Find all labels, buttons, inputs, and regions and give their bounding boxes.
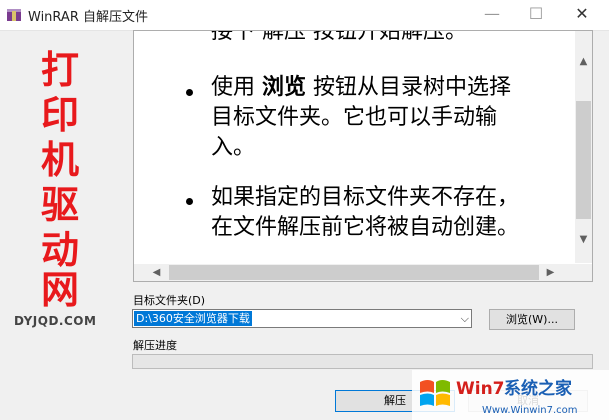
maximize-button[interactable]: ☐ [516, 0, 556, 30]
instruction-line: 入。 [211, 135, 256, 160]
browse-keyword: 浏览 [262, 75, 307, 100]
scroll-down-icon[interactable]: ▼ [575, 231, 592, 248]
banner-char: 印 [40, 93, 79, 137]
winrar-icon [7, 9, 21, 21]
vertical-scrollbar[interactable]: ▲ ▼ [575, 31, 592, 263]
target-folder-combobox[interactable]: D:\360安全浏览器下载 ⌵ [132, 309, 472, 328]
instruction-line: 在文件解压前它将被自动创建。 [211, 215, 520, 240]
banner-char: 网 [40, 268, 79, 312]
win7-watermark-logo: Win7 系统之家 Www.Winwin7.com [412, 370, 609, 420]
instruction-line: 使用 浏览 按钮从目录树中选择 [211, 75, 512, 100]
close-button[interactable]: ✕ [562, 0, 602, 30]
scroll-up-icon[interactable]: ▲ [575, 53, 592, 70]
banner-site: DYJQD.COM [14, 314, 97, 328]
target-folder-value: D:\360安全浏览器下载 [134, 311, 252, 326]
browse-button[interactable]: 浏览(W)... [489, 309, 575, 330]
banner-char: 动 [40, 228, 79, 272]
instruction-line: 接下 解压 按钮开始解压。 [211, 31, 467, 44]
window-title: WinRAR 自解压文件 [28, 10, 148, 25]
instruction-line: 目标文件夹。它也可以手动输 [211, 105, 498, 130]
svg-text:Www.Winwin7.com: Www.Winwin7.com [482, 405, 577, 416]
extract-progress-bar [132, 354, 593, 369]
bullet-dot [186, 89, 193, 96]
scroll-left-icon[interactable]: ◀ [148, 264, 165, 281]
scrollbar-corner [575, 264, 592, 281]
title-bar: WinRAR 自解压文件 — ☐ ✕ [0, 0, 609, 31]
banner-char: 打 [40, 48, 79, 92]
chevron-down-icon[interactable]: ⌵ [461, 310, 469, 327]
progress-label: 解压进度 [133, 339, 177, 352]
banner-char: 驱 [40, 183, 79, 227]
target-folder-label: 目标文件夹(D) [133, 294, 206, 307]
instruction-line: 如果指定的目标文件夹不存在， [211, 185, 520, 210]
instructions-textbox[interactable]: 接下 解压 按钮开始解压。 使用 浏览 按钮从目录树中选择 目标文件夹。它也可以… [133, 30, 593, 282]
minimize-button[interactable]: — [472, 0, 512, 30]
instructions-text-area: 接下 解压 按钮开始解压。 使用 浏览 按钮从目录树中选择 目标文件夹。它也可以… [134, 31, 574, 263]
bullet-dot [186, 198, 193, 205]
horizontal-scroll-thumb[interactable] [169, 265, 539, 280]
svg-text:系统之家: 系统之家 [504, 378, 572, 399]
banner-char: 机 [40, 138, 79, 182]
side-banner-image: 打 印 机 驱 动 网 DYJQD.COM [0, 30, 118, 330]
svg-text:Win7: Win7 [456, 379, 505, 399]
horizontal-scrollbar[interactable]: ◀ ▶ [134, 264, 575, 281]
scroll-right-icon[interactable]: ▶ [542, 264, 559, 281]
vertical-scroll-thumb[interactable] [576, 101, 591, 219]
